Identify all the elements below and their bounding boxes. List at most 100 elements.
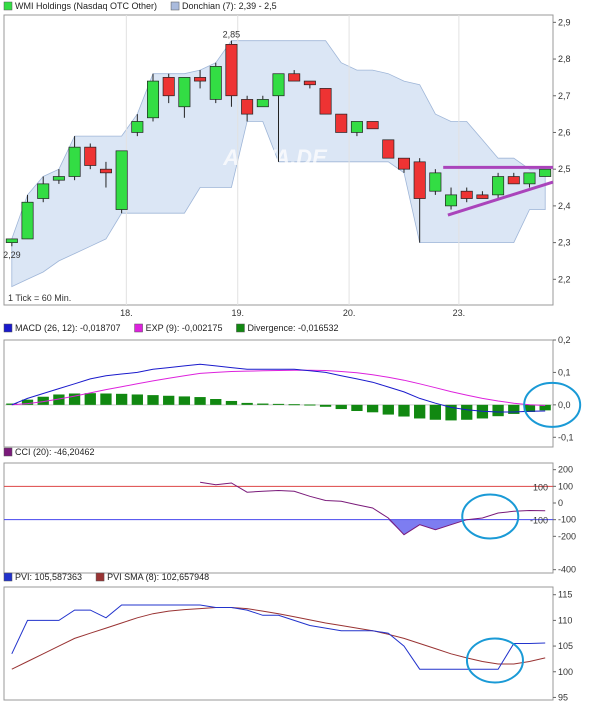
candle-body <box>335 113 348 133</box>
y-tick-label: 0,0 <box>558 400 571 410</box>
y-tick-label: 0,2 <box>558 335 571 345</box>
cci-line <box>200 481 546 536</box>
candle-body <box>131 121 144 133</box>
tick-note: 1 Tick = 60 Min. <box>8 293 71 303</box>
pvi-line <box>11 604 546 670</box>
legend-label: PVI SMA (8): 102,657948 <box>107 572 209 582</box>
candle-body <box>460 190 473 199</box>
candle-body <box>429 172 442 192</box>
legend-label: WMI Holdings (Nasdaq OTC Other) <box>15 1 157 11</box>
panel-frame <box>3 586 554 701</box>
x-tick-label: 19. <box>231 308 244 318</box>
candle-body <box>99 168 112 174</box>
divergence-bar <box>178 396 191 405</box>
candle-body <box>256 99 269 108</box>
y-tick-label: 2,5 <box>558 164 571 174</box>
divergence-bar <box>366 404 379 413</box>
candle-body <box>115 150 128 210</box>
price-annotation: 2,85 <box>223 30 241 40</box>
y-tick-label: 2,3 <box>558 238 571 248</box>
candle-body <box>209 66 222 100</box>
y-tick-label: 95 <box>558 692 568 702</box>
candle-body <box>476 194 489 199</box>
candle-body <box>288 73 301 82</box>
cci-reference-label: -100 <box>530 516 548 526</box>
candle-body <box>21 201 34 240</box>
divergence-bar <box>147 395 159 405</box>
cci-oversold-fill <box>200 519 546 535</box>
divergence-bar <box>429 404 442 420</box>
y-tick-label: -200 <box>558 531 576 541</box>
candle-body <box>84 146 97 166</box>
y-tick-label: 2,4 <box>558 201 571 211</box>
legend-swatch <box>3 323 13 333</box>
cci-reference-label: 100 <box>533 482 548 492</box>
candle-body <box>178 77 191 108</box>
y-tick-label: 0,1 <box>558 367 571 377</box>
candle-body <box>68 146 81 177</box>
divergence-bar <box>257 403 269 405</box>
legend-swatch <box>3 1 13 11</box>
divergence-bar <box>492 404 504 417</box>
candle-body <box>539 168 552 177</box>
divergence-bar <box>382 404 394 415</box>
y-tick-label: 100 <box>558 667 573 677</box>
divergence-bar <box>115 393 128 405</box>
y-tick-label: -100 <box>558 515 576 525</box>
divergence-bar <box>84 393 96 405</box>
candle-body <box>5 238 18 243</box>
y-tick-label: 105 <box>558 641 573 651</box>
y-tick-label: 2,2 <box>558 274 571 284</box>
x-tick-label: 23. <box>453 308 466 318</box>
price-annotation: 2,29 <box>3 250 21 260</box>
y-tick-label: 110 <box>558 615 572 625</box>
highlight-circle <box>461 493 520 540</box>
x-tick-label: 18. <box>120 308 133 318</box>
candle-body <box>319 88 332 115</box>
candle-body <box>37 183 50 199</box>
legend-label: PVI: 105,587363 <box>15 572 82 582</box>
candle-body <box>272 73 285 97</box>
y-tick-label: 100 <box>558 481 573 491</box>
candle-body <box>241 99 254 115</box>
divergence-bar <box>194 397 206 405</box>
divergence-bar <box>319 404 332 407</box>
y-tick-label: -0,1 <box>558 432 574 442</box>
candle-body <box>382 139 395 159</box>
divergence-bar <box>241 402 253 405</box>
candle-body <box>162 77 175 97</box>
divergence-bar <box>225 400 238 405</box>
y-tick-label: 115 <box>558 590 572 600</box>
candle-body <box>413 161 426 199</box>
candle-body <box>445 194 458 207</box>
y-tick-label: 2,7 <box>558 91 571 101</box>
candle-body <box>225 44 238 97</box>
legend-label: Donchian (7): 2,39 - 2,5 <box>182 1 277 11</box>
candle-body <box>507 176 520 185</box>
chart-stage: WMI Holdings (Nasdaq OTC Other) Donchian … <box>0 0 594 707</box>
y-tick-label: 2,9 <box>558 17 571 27</box>
divergence-bar <box>398 404 410 417</box>
divergence-bar <box>163 395 175 405</box>
legend-swatch <box>134 323 143 333</box>
legend-swatch <box>3 572 13 582</box>
candle-body <box>397 157 410 170</box>
legend-swatch <box>236 323 245 333</box>
legend-swatch <box>170 1 180 11</box>
legend-label: Divergence: -0,016532 <box>247 323 338 333</box>
divergence-bar <box>131 394 143 405</box>
legend-label: EXP (9): -0,002175 <box>146 323 223 333</box>
legend-swatch <box>3 447 13 457</box>
y-tick-label: 2,6 <box>558 127 571 137</box>
y-tick-label: 2,8 <box>558 54 571 64</box>
divergence-bar <box>210 399 222 405</box>
divergence-bar <box>100 393 112 405</box>
divergence-bar <box>461 404 473 420</box>
candle-body <box>194 77 207 82</box>
x-tick-label: 20. <box>343 308 356 318</box>
legend-label: MACD (26, 12): -0,018707 <box>15 323 121 333</box>
candle-body <box>366 121 379 130</box>
pvi-sma-line <box>11 607 546 670</box>
panel-frame <box>3 462 554 574</box>
legend-swatch <box>95 572 105 582</box>
